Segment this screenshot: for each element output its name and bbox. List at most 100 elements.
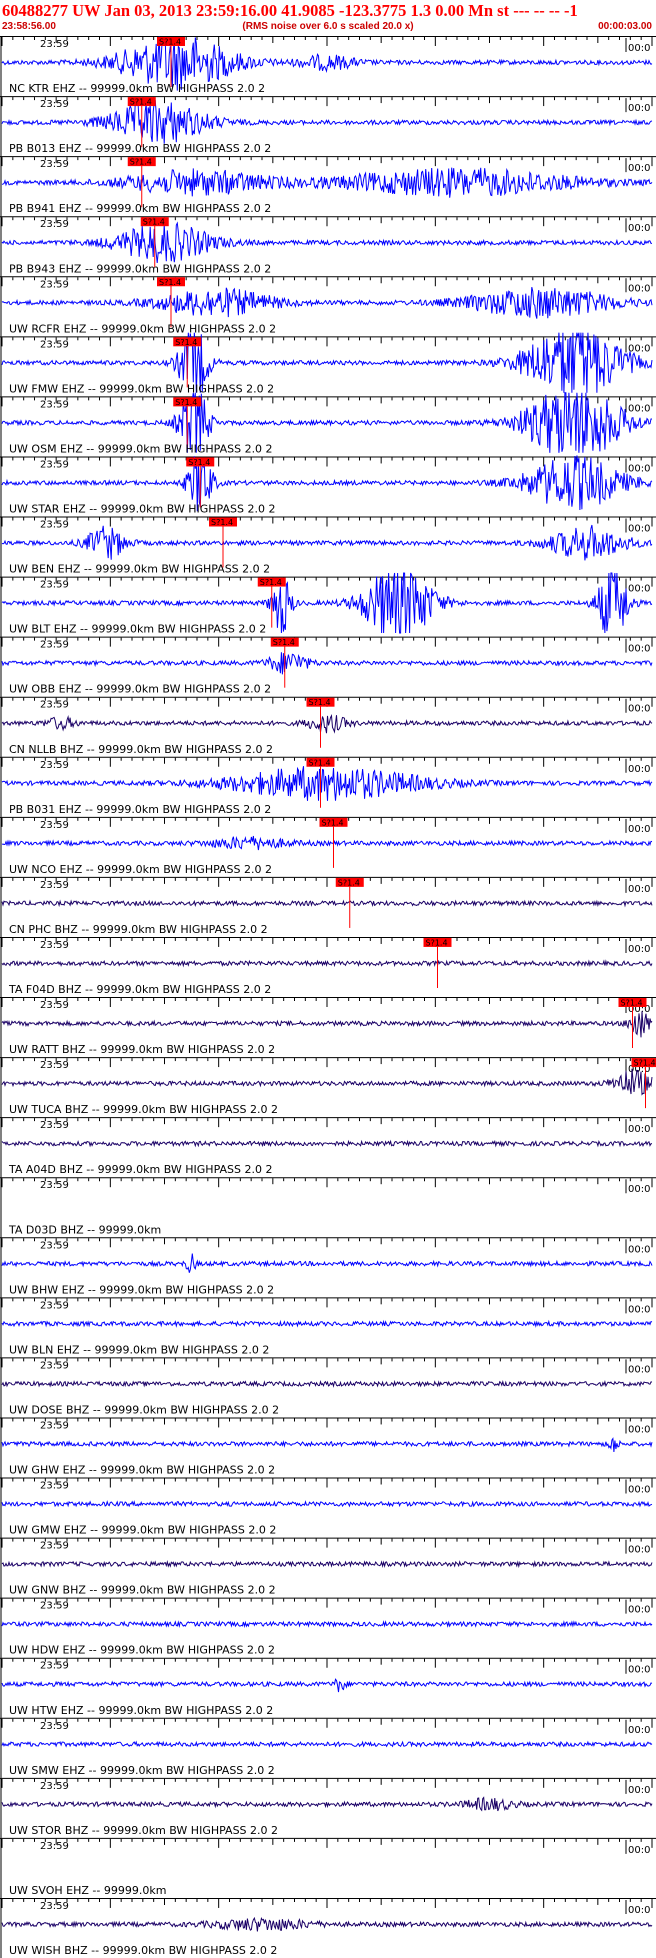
end-tick-label: 00:0 (628, 163, 650, 174)
pick-label: S?1.4 (159, 38, 181, 47)
waveform (1, 99, 653, 144)
end-tick-label: 00:0 (628, 524, 650, 535)
record-header: 60488277 UW Jan 03, 2013 23:59:16.00 41.… (0, 0, 656, 37)
station-label: UW BHW EHZ -- 99999.0km BW HIGHPASS 2.0 … (9, 1283, 274, 1296)
end-tick-label: 00:0 (628, 584, 650, 595)
station-label: UW BEN EHZ -- 99999.0km BW HIGHPASS 2.0 … (9, 563, 270, 576)
station-label: UW RATT BHZ -- 99999.0km BW HIGHPASS 2.0… (9, 1043, 275, 1056)
start-tick-label: 23:59 (40, 1180, 69, 1191)
window-duration: 00:00:03.00 (598, 21, 652, 32)
station-label: PB B031 EHZ -- 99999.0km BW HIGHPASS 2.0… (9, 803, 271, 816)
station-label: UW OSM EHZ -- 99999.0km BW HIGHPASS 2.0 … (9, 442, 273, 455)
waveform (1, 1620, 653, 1629)
end-tick-label: 00:0 (628, 343, 650, 354)
station-label: UW NCO EHZ -- 99999.0km BW HIGHPASS 2.0 … (9, 863, 272, 876)
start-tick-label: 23:59 (40, 1781, 69, 1792)
start-tick-label: 23:59 (40, 1661, 69, 1672)
station-label: UW RCFR EHZ -- 99999.0km BW HIGHPASS 2.0… (9, 322, 276, 335)
trace-panel: 23:59 00:0 S?1.4 PB B031 EHZ -- 99999.0km B… (0, 756, 656, 817)
waveform (1, 221, 652, 264)
end-tick-label: 00:0 (628, 1725, 650, 1736)
start-tick-label: 23:59 (40, 520, 69, 531)
pick-label: S?1.4 (338, 878, 360, 887)
end-tick-label: 00:0 (628, 223, 650, 234)
pick-label: S?1.4 (621, 999, 643, 1008)
end-tick-label: 00:0 (628, 1605, 650, 1616)
trace-panel: 23:59 00:0 UW SVOH EHZ -- 99999.0km (0, 1837, 656, 1898)
station-label: CN NLLB BHZ -- 99999.0km BW HIGHPASS 2.0… (9, 743, 273, 756)
trace-panel: 23:59 00:0 S?1.4 UW BLT EHZ -- 99999.0km BW… (0, 572, 656, 637)
end-tick-label: 00:0 (628, 1244, 650, 1255)
pick-label: S?1.4 (273, 638, 295, 647)
end-tick-label: 00:0 (628, 463, 650, 474)
trace-panel: 23:59 00:0S?1.4UW RATT BHZ -- 99999.0km B… (0, 997, 656, 1058)
pick-label: S?1.4 (309, 758, 331, 767)
station-label: PB B943 EHZ -- 99999.0km BW HIGHPASS 2.0… (9, 262, 271, 275)
pick-label: S?1.4 (175, 398, 197, 407)
station-label: UW BLN EHZ -- 99999.0km BW HIGHPASS 2.0 … (9, 1343, 269, 1356)
end-tick-label: 00:0 (628, 1845, 650, 1856)
pick-label: S?1.4 (309, 698, 331, 707)
start-tick-label: 23:59 (40, 1000, 69, 1011)
start-tick-label: 23:59 (40, 1120, 69, 1131)
station-label: TA A04D BHZ -- 99999.0km BW HIGHPASS 2.0… (8, 1163, 272, 1176)
trace-panel: 23:59 00:0 UW GHW EHZ -- 99999.0km BW HIGH… (0, 1417, 656, 1478)
trace-panel: 23:59 00:0 UW BHW EHZ -- 99999.0km BW HIGH… (0, 1237, 656, 1298)
scale-note: (RMS noise over 6.0 s scaled 20.0 x) (242, 21, 414, 32)
trace-panel: 23:59 00:0 S?1.4 CN PHC BHZ -- 99999.0km BW… (0, 876, 656, 937)
waveform (1, 524, 653, 561)
end-tick-label: 00:0 (628, 1364, 650, 1375)
end-tick-label: 00:0 (628, 1665, 650, 1676)
start-tick-label: 23:59 (40, 880, 69, 891)
station-label: UW SMW EHZ -- 99999.0km BW HIGHPASS 2.0 … (9, 1764, 275, 1777)
end-tick-label: 00:0 (628, 704, 650, 715)
trace-panel: 23:59 00:0 S?1.4 CN NLLB BHZ -- 99999.0km B… (0, 696, 656, 757)
start-tick-label: 23:59 (40, 399, 69, 410)
waveform (1, 286, 653, 319)
station-label: UW SVOH EHZ -- 99999.0km (9, 1884, 166, 1897)
start-tick-label: 23:59 (40, 640, 69, 651)
trace-panel: 23:59 00:0 UW HDW EHZ -- 99999.0km BW HIGH… (0, 1597, 656, 1658)
waveform (1, 1916, 653, 1932)
start-tick-label: 23:59 (40, 760, 69, 771)
waveform (1, 959, 653, 968)
station-label: UW FMW EHZ -- 99999.0km BW HIGHPASS 2.0 … (9, 382, 274, 395)
waveform (1, 766, 653, 801)
pick-label: S?1.4 (175, 338, 197, 347)
end-tick-label: 00:0 (628, 1184, 650, 1195)
waveform (1, 1437, 653, 1452)
trace-panel: 23:59 00:0 TA A04D BHZ -- 99999.0km BW HIG… (0, 1117, 656, 1178)
waveform (1, 1500, 653, 1508)
trace-panel: 23:59 00:0 UW HTW EHZ -- 99999.0km BW HIGH… (0, 1657, 656, 1718)
pick-label: S?1.4 (188, 458, 210, 467)
trace-panel: 23:59 00:0 S?1.4 UW BEN EHZ -- 99999.0km BW… (0, 516, 656, 577)
end-tick-label: 00:0 (628, 43, 650, 54)
pick-label: S?1.4 (211, 518, 233, 527)
waveform (1, 1796, 653, 1812)
start-tick-label: 23:59 (40, 1420, 69, 1431)
trace-panel: 23:59 00:0 UW GNW BHZ -- 99999.0km BW HIGH… (0, 1537, 656, 1598)
trace-panel: 23:59 00:0 S?1.4 PB B013 EHZ -- 99999.0km B… (0, 96, 656, 157)
waveform (1, 1319, 653, 1328)
start-tick-label: 23:59 (40, 459, 69, 470)
end-tick-label: 00:0 (628, 1485, 650, 1496)
end-tick-label: 00:0 (628, 1905, 650, 1916)
end-tick-label: 00:0 (628, 403, 650, 414)
event-title: 60488277 UW Jan 03, 2013 23:59:16.00 41.… (2, 1, 578, 20)
pick-label: S?1.4 (322, 818, 344, 827)
start-tick-label: 23:59 (40, 39, 69, 50)
start-tick-label: 23:59 (40, 700, 69, 711)
pick-label: S?1.4 (159, 278, 181, 287)
start-tick-label: 23:59 (40, 159, 69, 170)
station-label: UW TUCA BHZ -- 99999.0km BW HIGHPASS 2.0… (9, 1103, 278, 1116)
station-label: CN PHC BHZ -- 99999.0km BW HIGHPASS 2.0 … (9, 923, 268, 936)
trace-panel: 23:59 00:0 S?1.4 TA F04D BHZ -- 99999.0km B… (0, 936, 656, 997)
waveform (1, 714, 653, 734)
start-tick-label: 23:59 (40, 1360, 69, 1371)
station-label: NC KTR EHZ -- 99999.0km BW HIGHPASS 2.0 … (9, 82, 265, 95)
end-tick-label: 00:0 (628, 103, 650, 114)
end-tick-label: 00:0 (628, 1424, 650, 1435)
pick-label: S?1.4 (634, 1059, 656, 1068)
station-label: UW HTW EHZ -- 99999.0km BW HIGHPASS 2.0 … (9, 1704, 273, 1717)
station-label: UW DOSE BHZ -- 99999.0km BW HIGHPASS 2.0… (9, 1403, 279, 1416)
